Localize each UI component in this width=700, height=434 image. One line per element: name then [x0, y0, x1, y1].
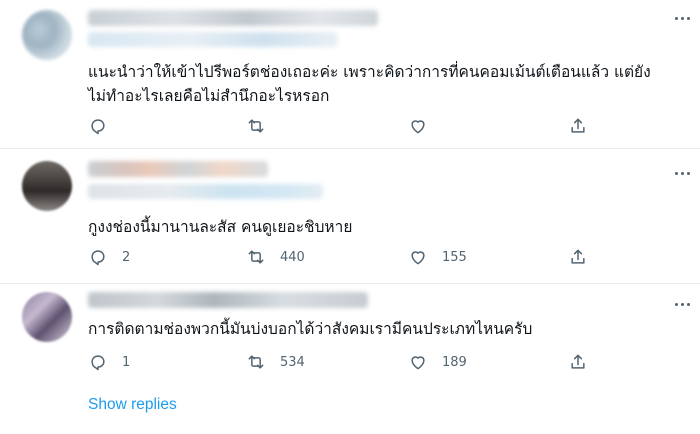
tweet-3[interactable]: การติดตามช่องพวกนี้มันบ่งบอกได้ว่าสังคมเ…: [0, 284, 700, 376]
like-button[interactable]: 189: [408, 350, 467, 374]
retweet-button[interactable]: [246, 114, 280, 138]
share-icon: [571, 118, 585, 133]
blurred-reply-to: [88, 184, 323, 199]
blurred-username: [88, 10, 378, 26]
share-button[interactable]: [568, 350, 588, 374]
avatar[interactable]: [22, 10, 72, 60]
retweet-button[interactable]: 534: [246, 350, 305, 374]
like-count: 155: [442, 249, 467, 265]
blurred-reply-to: [88, 32, 338, 47]
more-icon[interactable]: [672, 294, 692, 314]
reply-button[interactable]: [88, 114, 122, 138]
reply-icon: [91, 355, 105, 371]
tweet-actions: 1 534 189: [88, 350, 678, 374]
reply-count: 1: [122, 354, 131, 370]
avatar[interactable]: [22, 292, 72, 342]
reply-count: 2: [122, 249, 131, 265]
like-icon: [411, 251, 425, 265]
blurred-username: [88, 292, 368, 308]
retweet-icon: [248, 119, 264, 133]
tweet-actions: [88, 114, 678, 138]
tweet-actions: 2 440 155: [88, 245, 678, 269]
reply-icon: [91, 250, 105, 266]
blurred-username: [88, 161, 268, 177]
share-icon: [571, 354, 585, 369]
reply-button[interactable]: 2: [88, 245, 130, 269]
tweet-text: การติดตามช่องพวกนี้มันบ่งบอกได้ว่าสังคมเ…: [88, 317, 532, 341]
like-count: 189: [442, 354, 467, 370]
tweet-text-line: แนะนำว่าให้เข้าไปรีพอร์ตช่องเถอะค่ะ เพรา…: [88, 63, 651, 81]
retweet-count: 534: [280, 354, 305, 370]
tweet-text: แนะนำว่าให้เข้าไปรีพอร์ตช่องเถอะค่ะ เพรา…: [88, 60, 651, 108]
like-button[interactable]: 155: [408, 245, 467, 269]
retweet-icon: [248, 250, 264, 264]
avatar[interactable]: [22, 161, 72, 211]
like-button[interactable]: [408, 114, 442, 138]
retweet-count: 440: [280, 249, 305, 265]
share-icon: [571, 249, 585, 264]
tweet-1[interactable]: แนะนำว่าให้เข้าไปรีพอร์ตช่องเถอะค่ะ เพรา…: [0, 0, 700, 148]
more-icon[interactable]: [672, 8, 692, 28]
reply-button[interactable]: 1: [88, 350, 130, 374]
retweet-button[interactable]: 440: [246, 245, 305, 269]
like-icon: [411, 120, 425, 134]
retweet-icon: [248, 355, 264, 369]
tweet-text: กูงงช่องนี้มานานละสัส คนดูเยอะชิบหาย: [88, 215, 352, 239]
more-icon[interactable]: [672, 163, 692, 183]
tweet-text-line: กูงงช่องนี้มานานละสัส คนดูเยอะชิบหาย: [88, 218, 353, 236]
share-button[interactable]: [568, 114, 588, 138]
tweet-text-line: การติดตามช่องพวกนี้มันบ่งบอกได้ว่าสังคมเ…: [88, 320, 533, 338]
like-icon: [411, 356, 425, 370]
reply-icon: [91, 119, 105, 135]
tweet-2[interactable]: กูงงช่องนี้มานานละสัส คนดูเยอะชิบหาย 2 4…: [0, 149, 700, 283]
share-button[interactable]: [568, 245, 588, 269]
tweet-text-line: ไม่ทำอะไรเลยคือไม่สำนึกอะไรหรอก: [88, 87, 330, 105]
show-replies-link[interactable]: Show replies: [88, 396, 177, 414]
